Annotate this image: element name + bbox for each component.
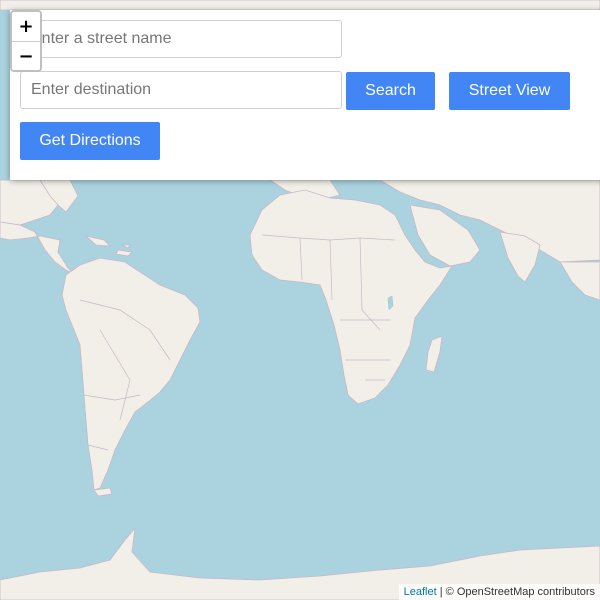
search-button[interactable]: Search <box>346 72 435 110</box>
osm-attribution-text: OpenStreetMap contributors <box>456 586 595 598</box>
get-directions-button[interactable]: Get Directions <box>20 122 160 160</box>
leaflet-link[interactable]: Leaflet <box>404 586 437 598</box>
zoom-control: + − <box>10 10 42 72</box>
zoom-out-icon[interactable]: − <box>12 42 40 70</box>
street-view-button[interactable]: Street View <box>449 72 570 110</box>
street-name-input[interactable] <box>20 20 342 58</box>
destination-input[interactable] <box>20 71 342 109</box>
map-attribution: Leaflet | © OpenStreetMap contributors <box>398 584 600 600</box>
search-panel: Search Street View Get Directions <box>10 10 600 180</box>
attribution-separator: | © <box>436 586 457 598</box>
zoom-in-icon[interactable]: + <box>12 12 40 42</box>
